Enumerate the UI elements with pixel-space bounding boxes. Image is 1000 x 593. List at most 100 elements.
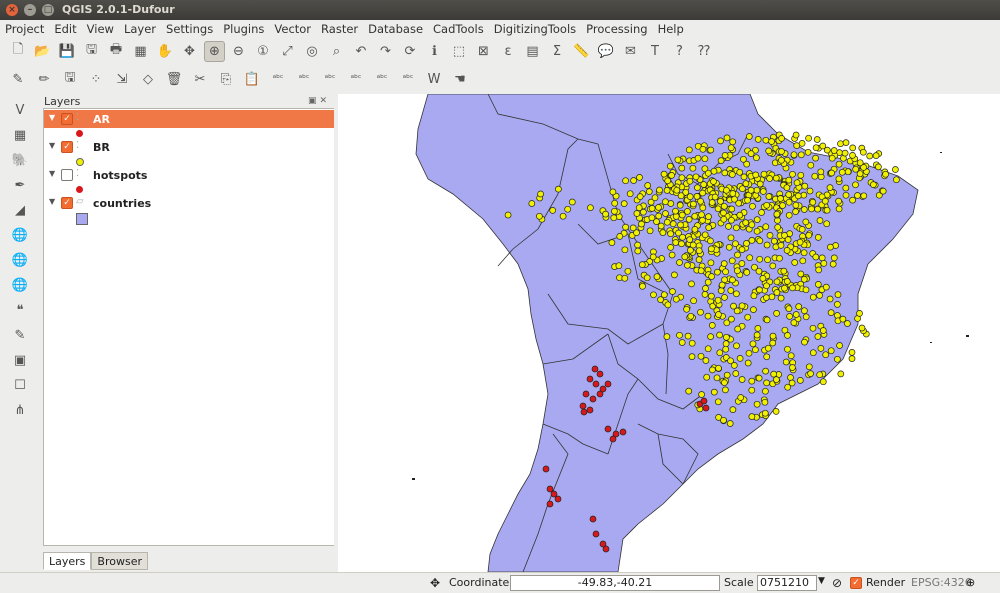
close-window-icon[interactable]: × bbox=[6, 4, 18, 16]
text-annotation-icon[interactable]: ✉ bbox=[621, 41, 641, 61]
collapse-icon[interactable]: ▼ bbox=[49, 141, 55, 150]
tab-layers[interactable]: Layers bbox=[43, 552, 92, 570]
add-spatialite-icon[interactable]: ✒ bbox=[10, 175, 30, 195]
zoom-out-icon[interactable]: ⊖ bbox=[229, 41, 249, 61]
menu-project[interactable]: Project bbox=[0, 20, 49, 37]
menu-edit[interactable]: Edit bbox=[49, 20, 81, 37]
show-label-icon[interactable]: ᵃᵇᶜ bbox=[320, 69, 340, 89]
add-postgis-icon[interactable]: 🐘 bbox=[10, 150, 30, 170]
zoom-actual-icon[interactable]: ① bbox=[253, 41, 273, 61]
panel-float-close-icon[interactable]: ▣✕ bbox=[308, 96, 330, 106]
menu-vector[interactable]: Vector bbox=[269, 20, 316, 37]
hand-icon[interactable]: ☚ bbox=[450, 69, 470, 89]
render-checkbox[interactable]: ✓ bbox=[850, 577, 862, 589]
zoom-to-selection-icon[interactable]: ⌕ bbox=[327, 41, 347, 61]
map-canvas[interactable] bbox=[338, 94, 1000, 572]
layer-row-countries[interactable]: ▼ ✓ ▱ countries bbox=[44, 194, 334, 212]
new-shapefile-icon[interactable]: ✎ bbox=[10, 325, 30, 345]
identify-icon[interactable]: ℹ bbox=[425, 41, 445, 61]
new-project-icon[interactable]: 🗋 bbox=[8, 41, 28, 61]
delete-icon[interactable]: 🗑 bbox=[164, 69, 184, 89]
add-mssql-icon[interactable]: ◢ bbox=[10, 200, 30, 220]
move-feature-icon[interactable]: ⇲ bbox=[112, 69, 132, 89]
annotation-icon[interactable]: 💬 bbox=[596, 41, 616, 61]
layer-row-br[interactable]: ▼ ✓ ⁚ BR bbox=[44, 138, 334, 156]
layer-row-ar[interactable]: ▼ ✓ ⁚ AR bbox=[44, 110, 334, 128]
field-calculator-icon[interactable]: ε bbox=[498, 41, 518, 61]
collapse-icon[interactable]: ▼ bbox=[49, 113, 55, 122]
menu-settings[interactable]: Settings bbox=[161, 20, 218, 37]
pan-icon[interactable]: ✋ bbox=[155, 41, 175, 61]
refresh-icon[interactable]: ⟳ bbox=[400, 41, 420, 61]
wkt-icon[interactable]: W bbox=[424, 69, 444, 89]
pan-to-selection-icon[interactable]: ✥ bbox=[180, 41, 200, 61]
move-label-icon[interactable]: ᵃᵇᶜ bbox=[346, 69, 366, 89]
label-icon[interactable]: ᵃᵇᶜ bbox=[268, 69, 288, 89]
whats-this-icon[interactable]: ⁇ bbox=[694, 41, 714, 61]
menu-help[interactable]: Help bbox=[653, 20, 689, 37]
digitize-icon[interactable]: ✎ bbox=[8, 69, 28, 89]
help-icon[interactable]: ? bbox=[670, 41, 690, 61]
composer-manager-icon[interactable]: ▦ bbox=[131, 41, 151, 61]
zoom-in-icon[interactable]: ⊕ bbox=[204, 41, 225, 62]
menu-processing[interactable]: Processing bbox=[581, 20, 652, 37]
add-raster-icon[interactable]: ▦ bbox=[10, 125, 30, 145]
save-as-icon[interactable]: 🖫 bbox=[82, 41, 102, 61]
open-project-icon[interactable]: 📂 bbox=[33, 41, 53, 61]
measure-icon[interactable]: 📏 bbox=[572, 41, 592, 61]
copy-icon[interactable]: ⎘ bbox=[216, 69, 236, 89]
menu-database[interactable]: Database bbox=[363, 20, 428, 37]
collapse-icon[interactable]: ▼ bbox=[49, 197, 55, 206]
add-feature-icon[interactable]: ⁘ bbox=[86, 69, 106, 89]
rotate-label-icon[interactable]: ᵃᵇᶜ bbox=[372, 69, 392, 89]
edit-icon[interactable]: ✏ bbox=[34, 69, 54, 89]
menu-raster[interactable]: Raster bbox=[316, 20, 363, 37]
scale-dropdown-icon[interactable]: ▼ bbox=[818, 576, 825, 586]
menu-plugins[interactable]: Plugins bbox=[218, 20, 269, 37]
map-tips-icon[interactable]: T bbox=[645, 41, 665, 61]
select-icon[interactable]: ⬚ bbox=[449, 41, 469, 61]
menu-cadtools[interactable]: CadTools bbox=[428, 20, 489, 37]
zoom-next-icon[interactable]: ↷ bbox=[376, 41, 396, 61]
collapse-icon[interactable]: ▼ bbox=[49, 169, 55, 178]
add-wcs-icon[interactable]: 🌐 bbox=[10, 250, 30, 270]
change-label-icon[interactable]: ᵃᵇᶜ bbox=[398, 69, 418, 89]
print-composer-icon[interactable]: 🖶 bbox=[106, 41, 126, 61]
layer-visibility-checkbox[interactable]: ✓ bbox=[61, 113, 73, 125]
menu-view[interactable]: View bbox=[82, 20, 119, 37]
cut-icon[interactable]: ✂ bbox=[190, 69, 210, 89]
save-edits-icon[interactable]: 🖫 bbox=[60, 69, 80, 89]
node-tool-icon[interactable]: ◇ bbox=[138, 69, 158, 89]
save-project-icon[interactable]: 💾 bbox=[57, 41, 77, 61]
crs-status[interactable]: EPSG:4326 bbox=[911, 576, 972, 589]
scale-field[interactable]: 0751210 bbox=[757, 575, 817, 591]
layer-row-hotspots[interactable]: ▼ ⁚ hotspots bbox=[44, 166, 334, 184]
paste-icon[interactable]: 📋 bbox=[242, 69, 262, 89]
stop-render-icon[interactable]: ⊘ bbox=[832, 576, 842, 590]
messages-icon[interactable]: ⊕ bbox=[966, 576, 975, 589]
attribute-table-icon[interactable]: ▤ bbox=[523, 41, 543, 61]
deselect-icon[interactable]: ⊠ bbox=[474, 41, 494, 61]
coordinate-toggle-icon[interactable]: ✥ bbox=[430, 576, 440, 590]
new-spatialite-icon[interactable]: ▣ bbox=[10, 350, 30, 370]
minimize-window-icon[interactable]: – bbox=[24, 4, 36, 16]
add-delimited-icon[interactable]: ❝ bbox=[10, 300, 30, 320]
remove-layer-icon[interactable]: ☐ bbox=[10, 375, 30, 395]
coordinate-field[interactable]: -49.83,-40.21 bbox=[510, 575, 720, 591]
menu-digitizingtools[interactable]: DigitizingTools bbox=[489, 20, 581, 37]
zoom-to-layer-icon[interactable]: ◎ bbox=[302, 41, 322, 61]
layer-visibility-checkbox[interactable]: ✓ bbox=[61, 141, 73, 153]
zoom-last-icon[interactable]: ↶ bbox=[351, 41, 371, 61]
menu-layer[interactable]: Layer bbox=[119, 20, 161, 37]
statistics-icon[interactable]: Σ bbox=[547, 41, 567, 61]
pin-label-icon[interactable]: ᵃᵇᶜ bbox=[294, 69, 314, 89]
add-wms-icon[interactable]: 🌐 bbox=[10, 225, 30, 245]
maximize-window-icon[interactable]: □ bbox=[42, 4, 54, 16]
add-vector-icon[interactable]: V bbox=[10, 100, 30, 120]
tab-browser[interactable]: Browser bbox=[91, 552, 148, 570]
layer-visibility-checkbox[interactable] bbox=[61, 169, 73, 181]
add-wfs-icon[interactable]: 🌐 bbox=[10, 275, 30, 295]
layer-visibility-checkbox[interactable]: ✓ bbox=[61, 197, 73, 209]
zoom-full-icon[interactable]: ⤢ bbox=[278, 41, 298, 61]
add-gpx-icon[interactable]: ⋔ bbox=[10, 400, 30, 420]
